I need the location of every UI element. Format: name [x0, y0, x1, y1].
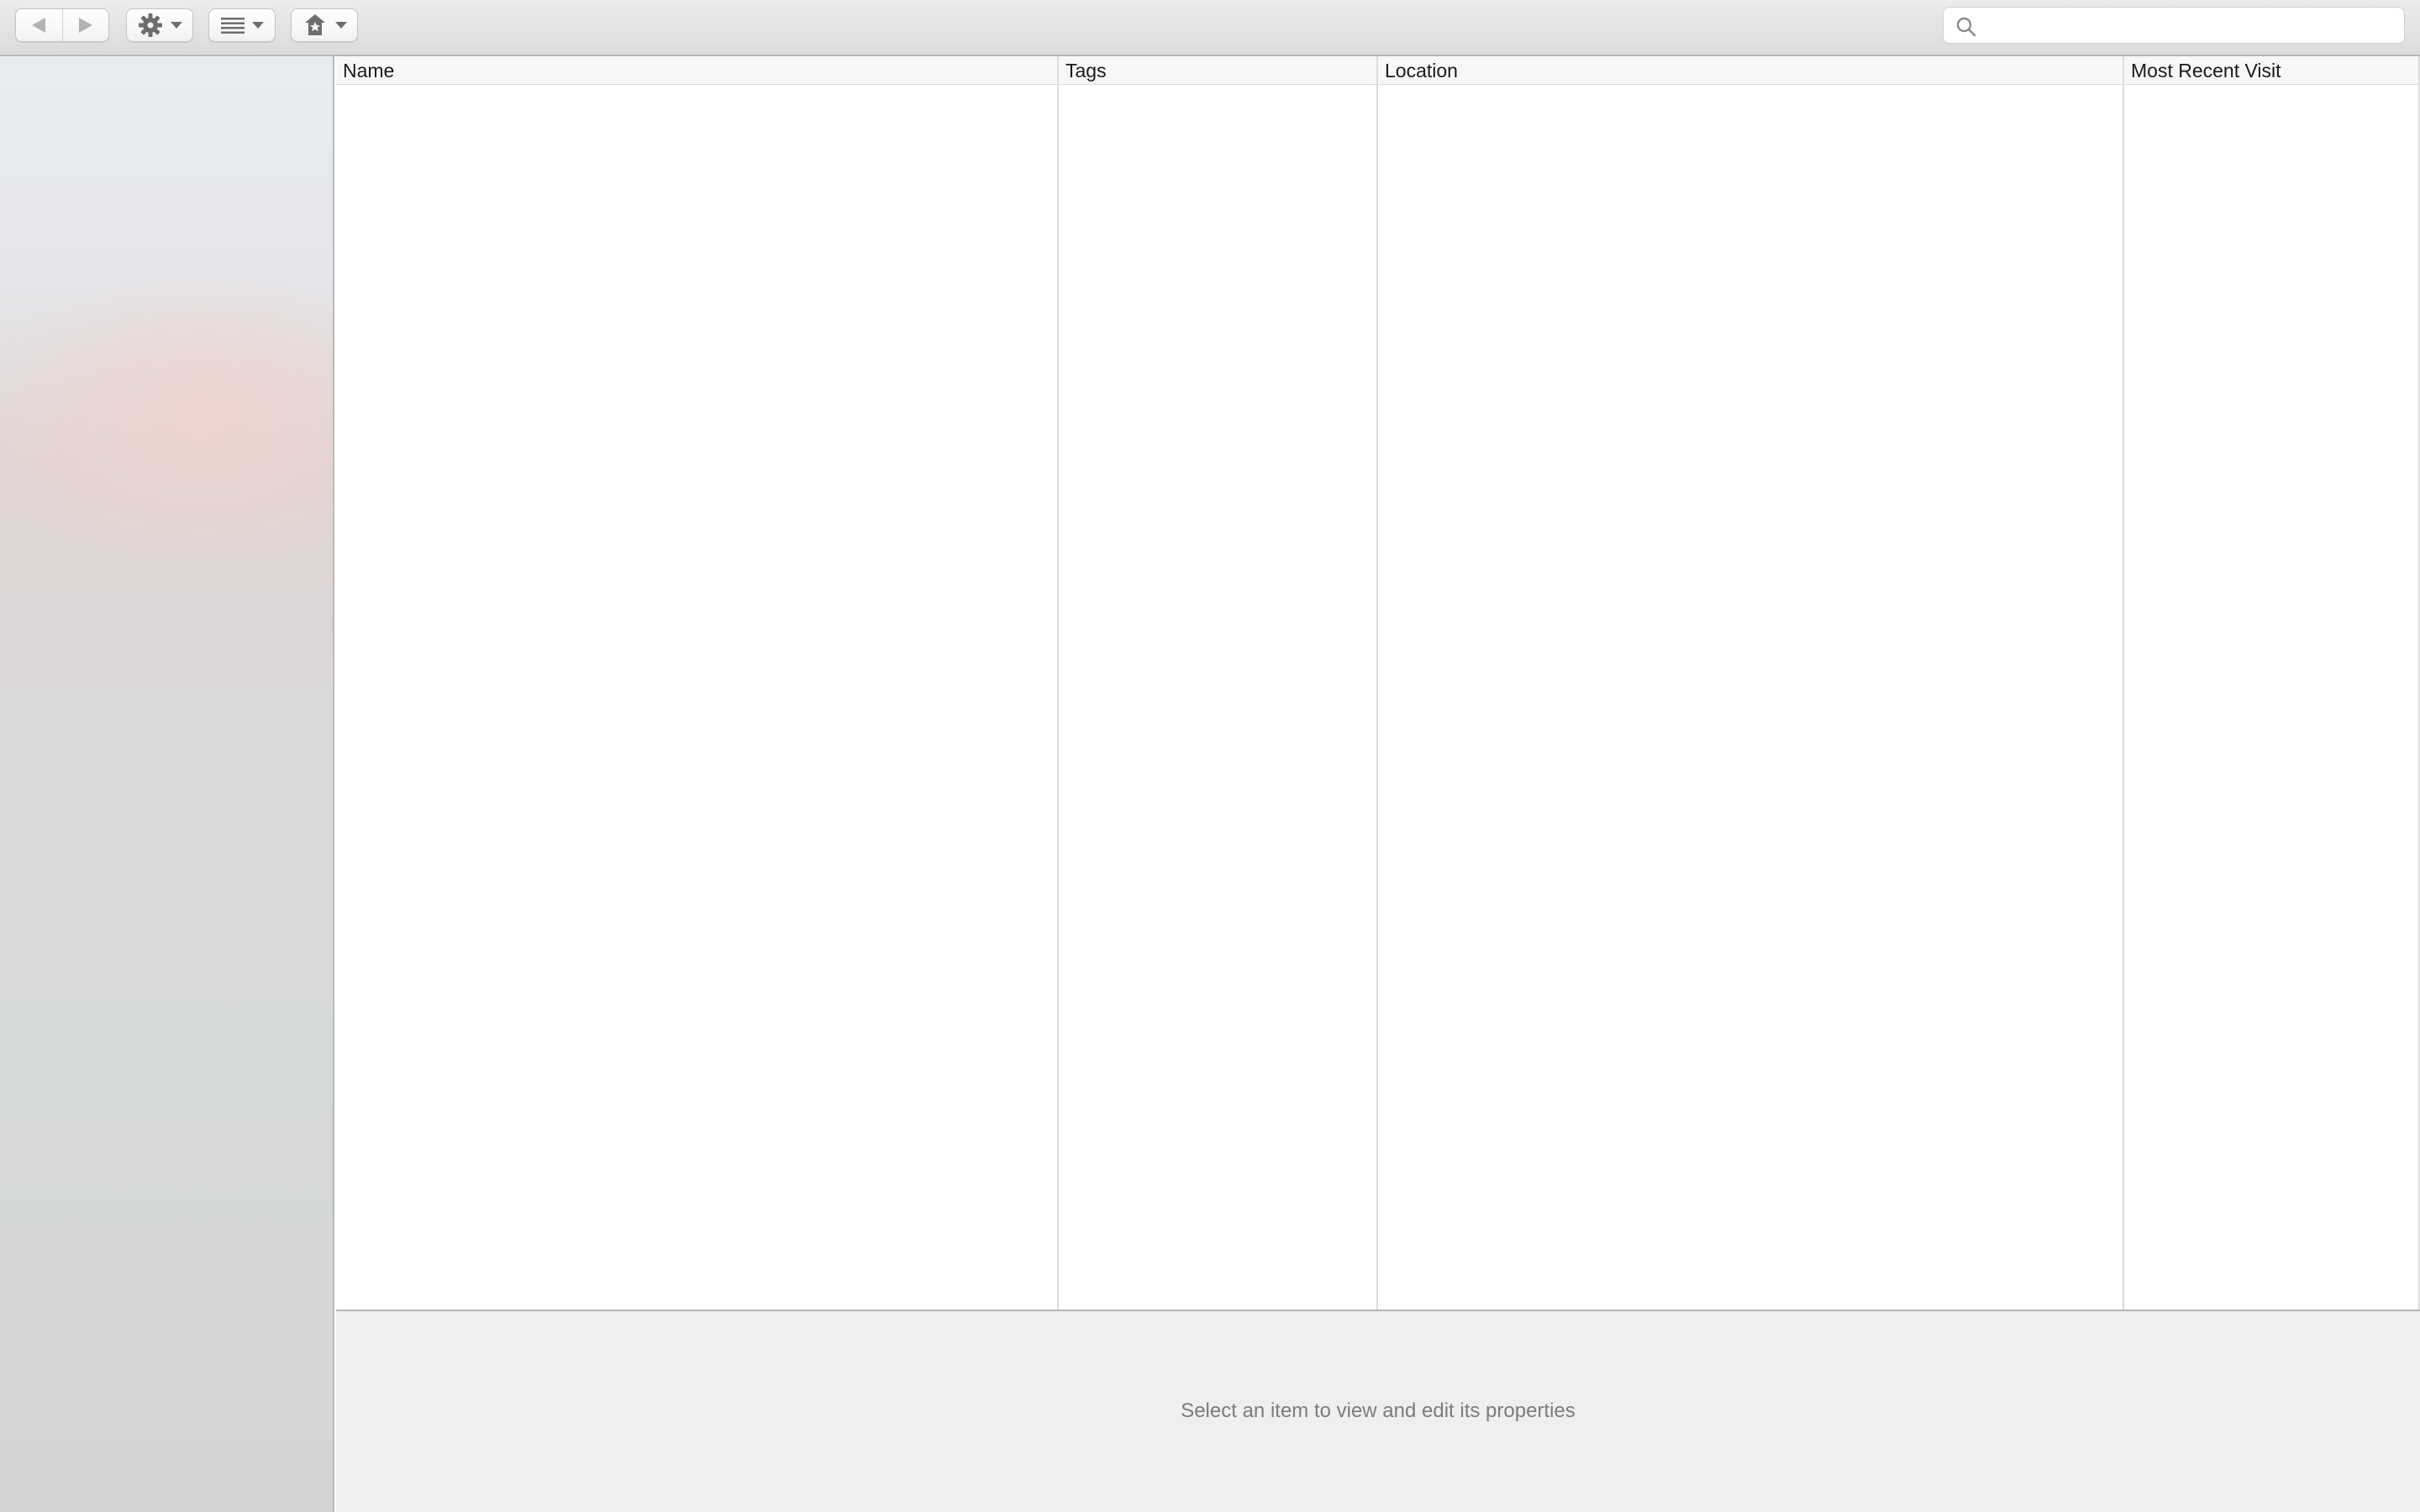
search-input[interactable]	[1986, 11, 2397, 39]
column-divider[interactable]	[2123, 56, 2124, 1310]
bookmarks-table[interactable]: Name Tags Location Most Recent Visit	[336, 56, 2420, 1310]
empty-selection-message: Select an item to view and edit its prop…	[1181, 1399, 1576, 1422]
organize-menu-button[interactable]	[126, 8, 193, 42]
table-header: Name Tags Location Most Recent Visit	[336, 56, 2420, 85]
column-header-tags[interactable]: Tags	[1059, 56, 1376, 85]
details-pane: Select an item to view and edit its prop…	[336, 1310, 2420, 1512]
column-header-most-recent-visit[interactable]: Most Recent Visit	[2124, 56, 2418, 85]
views-menu-button[interactable]	[208, 8, 276, 42]
gear-icon	[139, 13, 162, 37]
search-field[interactable]	[1943, 7, 2405, 44]
import-backup-menu-button[interactable]	[291, 8, 358, 42]
back-button[interactable]	[16, 9, 62, 41]
chevron-down-icon	[171, 22, 182, 29]
navigation-buttons	[15, 8, 109, 42]
chevron-down-icon	[252, 22, 264, 29]
back-arrow-icon	[32, 18, 46, 33]
list-view-icon	[221, 18, 245, 34]
column-divider[interactable]	[1057, 56, 1059, 1310]
column-header-name[interactable]: Name	[336, 56, 1057, 85]
column-divider[interactable]	[1376, 56, 1378, 1310]
search-icon	[1956, 17, 1976, 37]
sidebar[interactable]	[0, 56, 334, 1512]
library-window: Name Tags Location Most Recent Visit Sel…	[0, 0, 2420, 1512]
toolbar	[0, 0, 2420, 56]
add-bookmark-icon	[305, 14, 325, 35]
forward-arrow-icon	[78, 18, 92, 33]
chevron-down-icon	[335, 22, 347, 29]
column-header-location[interactable]: Location	[1378, 56, 2123, 85]
forward-button[interactable]	[61, 9, 108, 41]
